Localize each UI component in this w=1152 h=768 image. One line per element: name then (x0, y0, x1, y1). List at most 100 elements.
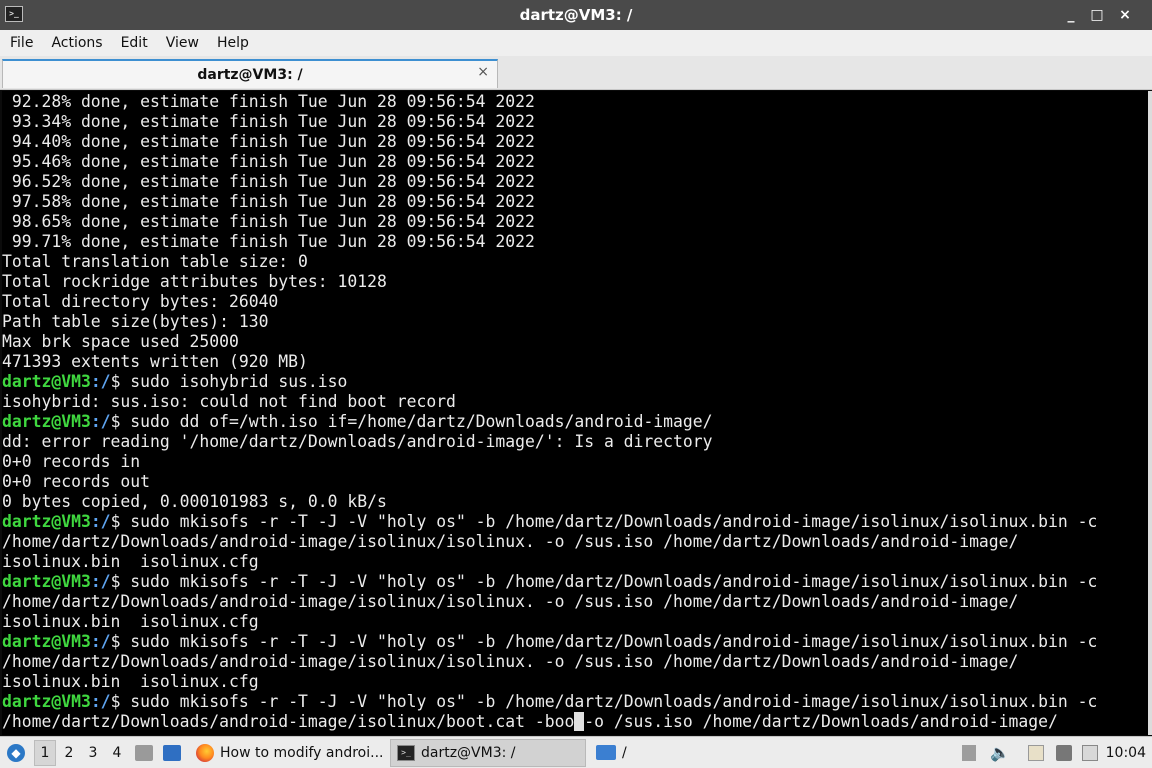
line-text: Total translation table size: 0 (2, 252, 308, 271)
text-cursor (574, 712, 585, 731)
tab-close-icon[interactable]: × (477, 64, 489, 80)
terminal-output[interactable]: 92.28% done, estimate finish Tue Jun 28 … (2, 91, 1148, 735)
prompt-path: :/ (90, 692, 111, 711)
task-label: / (622, 744, 627, 761)
files-icon (135, 744, 153, 761)
workspace-1[interactable]: 1 (34, 740, 56, 766)
line-text: 95.46% done, estimate finish Tue Jun 28 … (2, 152, 535, 171)
line-text: isolinux.bin isolinux.cfg (2, 672, 259, 691)
scrollbar[interactable] (1148, 91, 1152, 735)
line-text: sudo mkisofs -r -T -J -V "holy os" -b /h… (120, 692, 1098, 711)
terminal-app-icon: >_ (5, 6, 23, 22)
line-text: 93.34% done, estimate finish Tue Jun 28 … (2, 112, 535, 131)
prompt-symbol: $ (110, 632, 121, 651)
lubuntu-logo-icon: ◆ (7, 743, 25, 762)
task-firefox[interactable]: How to modify androi... (190, 737, 390, 768)
terminal-command-line: dartz@VM3:/$ sudo isohybrid sus.iso (2, 372, 1148, 392)
file-manager-launcher[interactable] (135, 737, 153, 768)
terminal-output-line: 97.58% done, estimate finish Tue Jun 28 … (2, 192, 1148, 212)
terminal-command-line: dartz@VM3:/$ sudo dd of=/wth.iso if=/hom… (2, 412, 1148, 432)
terminal-output-line: 0+0 records in (2, 452, 1148, 472)
terminal-output-line: 92.28% done, estimate finish Tue Jun 28 … (2, 92, 1148, 112)
tray-clipboard[interactable] (1028, 737, 1044, 768)
terminal-output-line: dd: error reading '/home/dartz/Downloads… (2, 432, 1148, 452)
line-text: /home/dartz/Downloads/android-image/isol… (2, 652, 1019, 671)
terminal-output-line: 0+0 records out (2, 472, 1148, 492)
task-label: How to modify androi... (220, 744, 384, 761)
line-text: isolinux.bin isolinux.cfg (2, 612, 259, 631)
menu-actions[interactable]: Actions (42, 35, 111, 51)
line-text: 94.40% done, estimate finish Tue Jun 28 … (2, 132, 535, 151)
tray-power[interactable] (1082, 737, 1098, 768)
tab-title: dartz@VM3: / (197, 66, 303, 83)
line-text: sudo isohybrid sus.iso (120, 372, 348, 391)
prompt-user: dartz@VM3 (2, 572, 91, 591)
menu-view[interactable]: View (157, 35, 208, 51)
terminal-input-line[interactable]: /home/dartz/Downloads/android-image/isol… (2, 712, 1148, 732)
line-text: 97.58% done, estimate finish Tue Jun 28 … (2, 192, 535, 211)
terminal-output-line: Path table size(bytes): 130 (2, 312, 1148, 332)
terminal-command-line: dartz@VM3:/$ sudo mkisofs -r -T -J -V "h… (2, 692, 1148, 712)
folder-icon (596, 745, 616, 760)
prompt-symbol: $ (110, 692, 121, 711)
line-text: sudo mkisofs -r -T -J -V "holy os" -b /h… (120, 632, 1098, 651)
prompt-path: :/ (90, 412, 111, 431)
terminal-output-line: isolinux.bin isolinux.cfg (2, 612, 1148, 632)
volume-icon: 🔈 (990, 743, 1010, 762)
line-text: 99.71% done, estimate finish Tue Jun 28 … (2, 232, 535, 251)
eject-icon (962, 744, 976, 761)
line-text: sudo mkisofs -r -T -J -V "holy os" -b /h… (120, 512, 1098, 531)
clock[interactable]: 10:04 (1106, 737, 1146, 768)
line-text: isolinux.bin isolinux.cfg (2, 552, 259, 571)
workspace-2[interactable]: 2 (58, 737, 80, 768)
terminal-output-line: 95.46% done, estimate finish Tue Jun 28 … (2, 152, 1148, 172)
workspace-3[interactable]: 3 (82, 737, 104, 768)
tray-network[interactable] (1056, 737, 1072, 768)
line-text: /home/dartz/Downloads/android-image/isol… (2, 592, 1019, 611)
tab-strip: dartz@VM3: / × (0, 56, 1152, 90)
workspace-4[interactable]: 4 (106, 737, 128, 768)
terminal-output-line: isolinux.bin isolinux.cfg (2, 672, 1148, 692)
terminal-command-line: dartz@VM3:/$ sudo mkisofs -r -T -J -V "h… (2, 572, 1148, 592)
terminal-command-line: dartz@VM3:/$ sudo mkisofs -r -T -J -V "h… (2, 512, 1148, 532)
terminal-command-line: dartz@VM3:/$ sudo mkisofs -r -T -J -V "h… (2, 632, 1148, 652)
line-text: dd: error reading '/home/dartz/Downloads… (2, 432, 713, 451)
show-desktop-launcher[interactable] (163, 737, 181, 768)
terminal-output-line: 0 bytes copied, 0.000101983 s, 0.0 kB/s (2, 492, 1148, 512)
prompt-symbol: $ (110, 412, 121, 431)
line-text: Total directory bytes: 26040 (2, 292, 279, 311)
task-terminal[interactable]: >_ dartz@VM3: / (390, 739, 586, 767)
task-folder[interactable]: / (590, 737, 633, 768)
terminal-output-line: Total rockridge attributes bytes: 10128 (2, 272, 1148, 292)
line-text: isohybrid: sus.iso: could not find boot … (2, 392, 456, 411)
tab-terminal[interactable]: dartz@VM3: / × (2, 59, 498, 88)
menu-file[interactable]: File (0, 35, 42, 51)
prompt-path: :/ (90, 572, 111, 591)
maximize-button[interactable]: □ (1086, 0, 1108, 30)
prompt-symbol: $ (110, 372, 121, 391)
prompt-user: dartz@VM3 (2, 412, 91, 431)
minimize-button[interactable]: _ (1060, 0, 1082, 30)
line-text: Max brk space used 25000 (2, 332, 239, 351)
terminal-output-line: 94.40% done, estimate finish Tue Jun 28 … (2, 132, 1148, 152)
menu-help[interactable]: Help (208, 35, 258, 51)
line-text: 0+0 records out (2, 472, 151, 491)
start-menu-button[interactable]: ◆ (4, 737, 28, 768)
line-text: 471393 extents written (920 MB) (2, 352, 308, 371)
taskbar: ◆ 1 2 3 4 How to modify androi... >_ dar… (0, 736, 1152, 768)
battery-icon (1082, 744, 1098, 761)
line-text: 98.65% done, estimate finish Tue Jun 28 … (2, 212, 535, 231)
close-button[interactable]: × (1114, 0, 1136, 30)
window-titlebar[interactable]: >_ dartz@VM3: / _ □ × (0, 0, 1152, 30)
terminal-output-line: 93.34% done, estimate finish Tue Jun 28 … (2, 112, 1148, 132)
prompt-user: dartz@VM3 (2, 632, 91, 651)
terminal-icon: >_ (397, 745, 415, 761)
tray-removable-media[interactable] (962, 737, 976, 768)
line-text: 96.52% done, estimate finish Tue Jun 28 … (2, 172, 535, 191)
tray-volume[interactable]: 🔈 (990, 737, 1010, 768)
menubar: File Actions Edit View Help (0, 30, 1152, 56)
terminal-output-line: 99.71% done, estimate finish Tue Jun 28 … (2, 232, 1148, 252)
menu-edit[interactable]: Edit (112, 35, 157, 51)
prompt-user: dartz@VM3 (2, 372, 91, 391)
prompt-user: dartz@VM3 (2, 692, 91, 711)
